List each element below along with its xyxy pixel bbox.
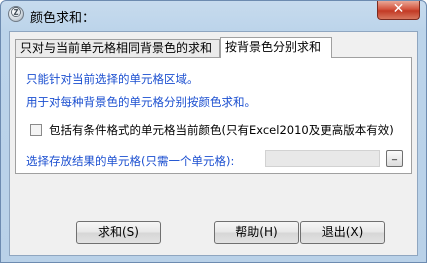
close-button[interactable]: ✕	[377, 1, 420, 20]
tab-panel: 只能针对当前选择的单元格区域。 用于对每种背景色的单元格分别按颜色求和。 包括有…	[15, 57, 412, 174]
app-logo-icon: Ⓩ	[8, 6, 24, 22]
info-text-sum-by-color: 用于对每种背景色的单元格分别按颜色求和。	[26, 95, 256, 109]
title-bar[interactable]: Ⓩ 颜色求和： ✕	[1, 1, 426, 29]
window-title: 颜色求和：	[30, 11, 96, 26]
dialog-client-area: 只对与当前单元格相同背景色的求和 按背景色分别求和 只能针对当前选择的单元格区域…	[9, 31, 418, 256]
sum-button[interactable]: 求和(S)	[76, 221, 161, 244]
tab-sum-by-background[interactable]: 按背景色分别求和	[220, 37, 332, 58]
tab-same-background-sum[interactable]: 只对与当前单元格相同背景色的求和	[15, 39, 220, 57]
conditional-format-label[interactable]: 包括有条件格式的单元格当前颜色(只有Excel2010及更高版本有效)	[49, 122, 394, 138]
help-button[interactable]: 帮助(H)	[214, 221, 299, 244]
conditional-format-checkbox[interactable]	[30, 124, 42, 136]
exit-button[interactable]: 退出(X)	[300, 221, 385, 244]
close-icon: ✕	[392, 1, 405, 17]
range-picker-button[interactable]: _	[386, 150, 403, 167]
result-cell-input[interactable]	[265, 150, 380, 167]
dialog-window: Ⓩ 颜色求和： ✕ 只对与当前单元格相同背景色的求和 按背景色分别求和 只能针对…	[0, 0, 427, 263]
info-text-selection-only: 只能针对当前选择的单元格区域。	[26, 72, 199, 86]
result-cell-label: 选择存放结果的单元格(只需一个单元格):	[26, 154, 235, 168]
